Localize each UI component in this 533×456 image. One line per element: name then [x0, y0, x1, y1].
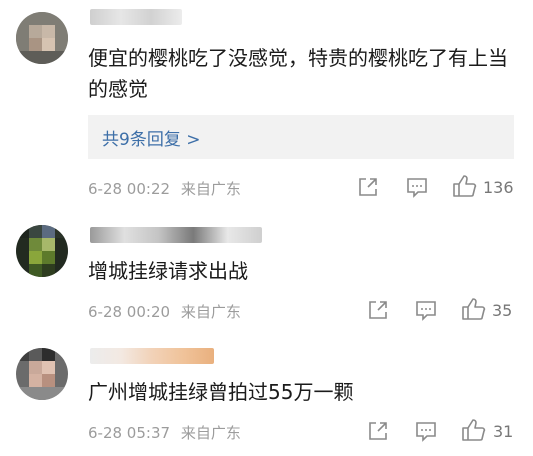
comment-location: 来自广东	[180, 424, 241, 442]
like-count: 31	[493, 422, 514, 441]
comment-meta: 6-28 00:22 来自广东	[88, 178, 241, 199]
comment-text: 便宜的樱桃吃了没感觉，特贵的樱桃吃了有上当的感觉	[88, 46, 508, 101]
comment-item: 增城挂绿请求出战 6-28 00:20 来自广东 35	[0, 205, 533, 325]
thumbs-up-icon[interactable]	[461, 297, 487, 321]
avatar[interactable]	[16, 348, 68, 400]
reply-count-link[interactable]: 共9条回复 >	[102, 125, 200, 150]
comment-text: 广州增城挂绿曾拍过55万一颗	[88, 380, 354, 404]
comment-text: 增城挂绿请求出战	[88, 259, 248, 283]
comment-item: 便宜的樱桃吃了没感觉，特贵的樱桃吃了有上当的感觉 共9条回复 > 6-28 00…	[0, 0, 533, 205]
username-blurred[interactable]	[90, 227, 262, 243]
share-icon[interactable]	[367, 299, 389, 321]
avatar[interactable]	[16, 225, 68, 277]
like-count: 35	[492, 301, 513, 320]
avatar[interactable]	[16, 12, 68, 64]
like-count: 136	[483, 178, 514, 197]
reply-count-box[interactable]: 共9条回复 >	[88, 115, 514, 159]
comment-icon[interactable]	[406, 176, 428, 198]
thumbs-up-icon[interactable]	[452, 174, 478, 198]
comment-location: 来自广东	[180, 303, 241, 321]
share-icon[interactable]	[367, 420, 389, 442]
username-blurred[interactable]	[90, 348, 214, 364]
username-blurred[interactable]	[90, 9, 182, 25]
comment-time: 6-28 05:37	[88, 424, 171, 442]
share-icon[interactable]	[357, 176, 379, 198]
comment-time: 6-28 00:22	[88, 180, 171, 198]
comment-item: 广州增城挂绿曾拍过55万一颗 6-28 05:37 来自广东 31	[0, 330, 533, 456]
comment-icon[interactable]	[415, 420, 437, 442]
comment-icon[interactable]	[415, 299, 437, 321]
comment-time: 6-28 00:20	[88, 303, 171, 321]
comment-location: 来自广东	[180, 180, 241, 198]
comment-meta: 6-28 05:37 来自广东	[88, 422, 241, 443]
comment-meta: 6-28 00:20 来自广东	[88, 301, 241, 322]
thumbs-up-icon[interactable]	[461, 418, 487, 442]
